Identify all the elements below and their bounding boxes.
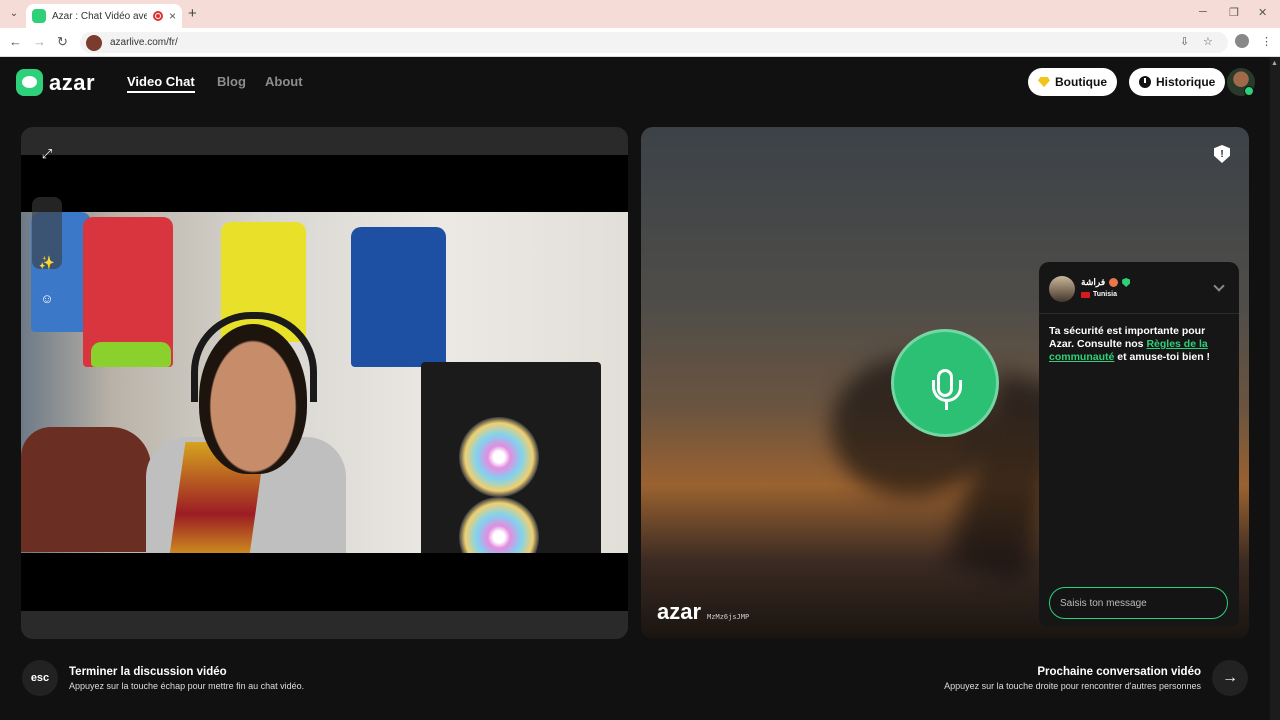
next-chat-title: Prochaine conversation vidéo bbox=[1037, 665, 1201, 678]
history-label: Historique bbox=[1156, 75, 1216, 89]
chat-header: فراشة Tunisia bbox=[1039, 262, 1239, 314]
nav-about[interactable]: About bbox=[265, 74, 303, 89]
next-chat-action: Prochaine conversation vidéo Appuyez sur… bbox=[944, 660, 1248, 696]
azar-page: azar Video Chat Blog About Boutique Hist… bbox=[0, 57, 1270, 720]
browser-profile-icon[interactable] bbox=[1235, 34, 1249, 48]
browser-menu-icon[interactable]: ⋮ bbox=[1261, 35, 1272, 48]
scroll-up-icon[interactable]: ▲ bbox=[1271, 60, 1278, 67]
azar-favicon-icon bbox=[32, 9, 46, 23]
site-info-icon[interactable] bbox=[86, 34, 102, 51]
shop-button[interactable]: Boutique bbox=[1028, 68, 1117, 96]
nav-blog[interactable]: Blog bbox=[217, 74, 246, 89]
verified-shield-icon bbox=[1122, 278, 1131, 287]
browser-tab[interactable]: Azar : Chat Vidéo avec de n × bbox=[26, 4, 182, 28]
chevron-down-icon[interactable] bbox=[1213, 280, 1225, 292]
partner-name-text: فراشة bbox=[1081, 277, 1106, 287]
partner-country: Tunisia bbox=[1081, 291, 1117, 298]
window-close-icon[interactable]: ✕ bbox=[1258, 6, 1267, 19]
new-tab-button[interactable]: + bbox=[188, 5, 197, 22]
bookmark-star-icon[interactable]: ☆ bbox=[1203, 35, 1213, 48]
nav-video-chat[interactable]: Video Chat bbox=[127, 74, 195, 93]
clock-icon bbox=[1139, 76, 1151, 88]
forward-icon[interactable]: → bbox=[33, 34, 46, 49]
url-field[interactable]: azarlive.com/fr/ bbox=[80, 32, 1228, 53]
diamond-icon bbox=[1038, 77, 1050, 87]
expand-icon[interactable]: ⤢ bbox=[35, 142, 59, 166]
self-camera-feed bbox=[21, 212, 628, 553]
recording-icon bbox=[152, 11, 163, 21]
azar-watermark: azar MzMz6jsJMP bbox=[657, 599, 749, 625]
safety-message: Ta sécurité est importante pour Azar. Co… bbox=[1049, 325, 1231, 364]
install-app-icon[interactable]: ⇩ bbox=[1180, 35, 1189, 48]
report-shield-icon[interactable]: ! bbox=[1214, 145, 1230, 163]
bed-headboard bbox=[21, 427, 151, 552]
history-button[interactable]: Historique bbox=[1129, 68, 1226, 96]
chat-panel: فراشة Tunisia Ta sécurité est importante… bbox=[1039, 262, 1239, 627]
face-filter-icon[interactable]: ☺ bbox=[35, 286, 59, 310]
tab-close-icon[interactable]: × bbox=[169, 9, 176, 23]
partner-name: فراشة bbox=[1081, 277, 1131, 288]
back-icon[interactable]: ← bbox=[9, 34, 22, 49]
self-video-panel: ⤢ ✨ ☺ bbox=[21, 127, 628, 639]
esc-button[interactable]: esc bbox=[22, 660, 58, 696]
browser-address-bar: ← → ↻ azarlive.com/fr/ ⇩ ☆ ⋮ bbox=[0, 28, 1280, 57]
browser-tab-bar: ⌄ Azar : Chat Vidéo avec de n × + ─ ❐ ✕ bbox=[0, 0, 1280, 28]
tab-search-menu-icon[interactable]: ⌄ bbox=[6, 6, 22, 22]
avatar-status-badge bbox=[1244, 86, 1254, 96]
logo-text: azar bbox=[49, 69, 96, 95]
next-arrow-button[interactable]: → bbox=[1212, 660, 1248, 696]
self-video bbox=[21, 155, 628, 611]
end-chat-action: esc Terminer la discussion vidéo Appuyez… bbox=[22, 660, 304, 696]
azar-logo[interactable]: azar bbox=[16, 69, 95, 96]
url-text: azarlive.com/fr/ bbox=[110, 37, 178, 48]
magic-wand-icon[interactable]: ✨ bbox=[35, 251, 59, 275]
page-scrollbar[interactable] bbox=[1270, 57, 1280, 720]
minimize-icon[interactable]: ─ bbox=[1199, 6, 1207, 18]
tunisia-flag-icon bbox=[1081, 291, 1090, 298]
end-chat-title: Terminer la discussion vidéo bbox=[69, 665, 227, 678]
microphone-icon bbox=[891, 329, 999, 437]
partner-avatar[interactable] bbox=[1049, 276, 1075, 302]
next-chat-hint: Appuyez sur la touche droite pour rencon… bbox=[944, 680, 1201, 691]
emoji-icon bbox=[1109, 278, 1119, 287]
watermark-id: MzMz6jsJMP bbox=[707, 613, 750, 621]
maximize-icon[interactable]: ❐ bbox=[1229, 6, 1239, 19]
tab-title: Azar : Chat Vidéo avec de n bbox=[52, 10, 147, 22]
shop-label: Boutique bbox=[1055, 75, 1107, 89]
chat-message-input[interactable] bbox=[1049, 587, 1228, 619]
country-text: Tunisia bbox=[1093, 291, 1117, 298]
watermark-logo: azar bbox=[657, 599, 702, 624]
reload-icon[interactable]: ↻ bbox=[57, 34, 68, 50]
end-chat-hint: Appuyez sur la touche échap pour mettre … bbox=[69, 680, 305, 691]
message-text-2: et amuse-toi bien ! bbox=[1114, 351, 1211, 363]
azar-logo-icon bbox=[16, 69, 43, 96]
